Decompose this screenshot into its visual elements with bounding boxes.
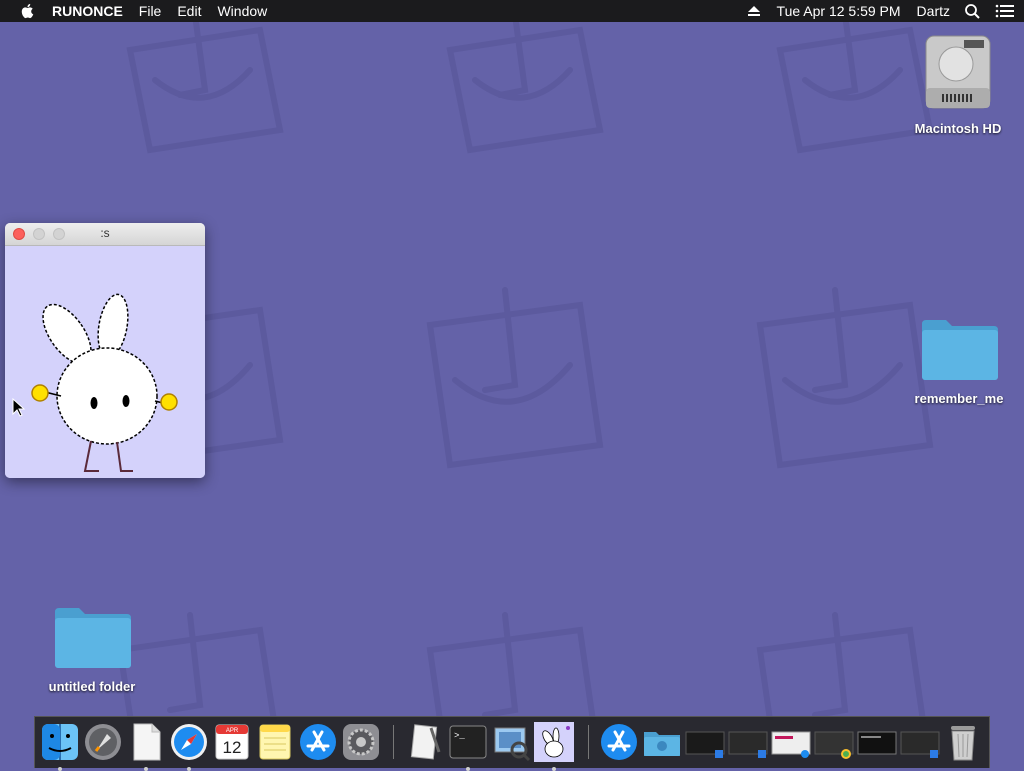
wallpaper-finder-logo bbox=[426, 287, 604, 469]
apple-icon[interactable] bbox=[20, 3, 34, 19]
dock-separator bbox=[588, 725, 589, 759]
dock-finder[interactable] bbox=[40, 722, 80, 771]
folder-icon bbox=[922, 320, 998, 380]
dock-notes[interactable] bbox=[255, 722, 295, 762]
window-thumbnail-icon bbox=[728, 731, 768, 758]
dock-script-editor[interactable] bbox=[405, 722, 445, 762]
hard-drive-icon bbox=[925, 35, 991, 109]
dock-preview[interactable] bbox=[491, 722, 531, 762]
svg-text:>_: >_ bbox=[454, 731, 465, 741]
gear-icon bbox=[343, 724, 379, 760]
bunny-illustration bbox=[31, 293, 178, 472]
wallpaper-finder-logo bbox=[446, 12, 604, 154]
user-name[interactable]: Dartz bbox=[909, 0, 958, 22]
rocket-icon bbox=[85, 724, 121, 760]
window-titlebar[interactable]: :s bbox=[5, 223, 205, 246]
wallpaper-finder-logo bbox=[426, 612, 596, 720]
desktop-icon-untitled-folder[interactable]: untitled folder bbox=[42, 604, 142, 694]
folder-icon bbox=[55, 608, 131, 668]
window-thumbnail-icon bbox=[685, 731, 725, 758]
dock-separator bbox=[393, 725, 394, 759]
terminal-icon: >_ bbox=[449, 725, 487, 759]
dock-trash[interactable] bbox=[943, 722, 983, 762]
script-icon bbox=[410, 724, 441, 760]
dock-terminal[interactable]: >_ bbox=[448, 722, 488, 771]
finder-icon bbox=[42, 724, 78, 760]
wallpaper-finder-logo bbox=[756, 612, 926, 720]
wallpaper-finder-logo bbox=[126, 12, 284, 154]
app-window: :s bbox=[5, 223, 205, 478]
dock-downloads-stack[interactable] bbox=[642, 722, 682, 762]
dock-textedit-document[interactable] bbox=[126, 722, 166, 771]
menu-edit[interactable]: Edit bbox=[169, 0, 209, 22]
app-store-icon bbox=[601, 724, 637, 760]
folder-icon bbox=[644, 732, 680, 756]
menu-bar: RUNONCE File Edit Window Tue Apr 12 5:59… bbox=[0, 0, 1024, 22]
mouse-cursor bbox=[12, 398, 26, 417]
dock-applications-stack[interactable] bbox=[599, 722, 639, 762]
status-area: Tue Apr 12 5:59 PM Dartz bbox=[739, 0, 1024, 22]
dock-minimized-window[interactable] bbox=[685, 722, 725, 762]
window-thumbnail-icon bbox=[857, 731, 897, 755]
calendar-month: APR bbox=[226, 728, 239, 734]
document-icon bbox=[133, 723, 161, 761]
dock-minimized-window[interactable] bbox=[728, 722, 768, 762]
desktop-icon-remember-me[interactable]: remember_me bbox=[909, 316, 1009, 406]
window-title: :s bbox=[100, 226, 110, 240]
window-thumbnail-icon bbox=[771, 731, 811, 758]
desktop-icon-label: Macintosh HD bbox=[914, 121, 1002, 136]
dock-launchpad[interactable] bbox=[83, 722, 123, 762]
menu-file[interactable]: File bbox=[131, 0, 170, 22]
dock-safari[interactable] bbox=[169, 722, 209, 771]
compass-icon bbox=[171, 724, 207, 760]
eject-icon[interactable] bbox=[739, 4, 769, 18]
app-store-icon bbox=[300, 724, 336, 760]
desktop-icon-label: untitled folder bbox=[48, 679, 136, 694]
bunny-app-icon bbox=[534, 722, 574, 762]
window-thumbnail-icon bbox=[900, 731, 940, 758]
desktop-icon-macintosh-hd[interactable]: Macintosh HD bbox=[908, 32, 1008, 136]
window-content bbox=[5, 246, 205, 478]
notes-icon bbox=[259, 724, 291, 760]
trash-icon bbox=[951, 726, 975, 761]
calendar-icon: APR 12 bbox=[215, 724, 249, 760]
dock-minimized-window[interactable] bbox=[857, 722, 897, 762]
dock-calendar[interactable]: APR 12 bbox=[212, 722, 252, 762]
clock[interactable]: Tue Apr 12 5:59 PM bbox=[769, 0, 909, 22]
calendar-day: 12 bbox=[223, 738, 242, 757]
menu-app-name[interactable]: RUNONCE bbox=[44, 0, 131, 22]
dock-minimized-window[interactable] bbox=[900, 722, 940, 762]
dock-system-preferences[interactable] bbox=[341, 722, 381, 762]
menu-window[interactable]: Window bbox=[209, 0, 275, 22]
dock: APR 12 >_ bbox=[34, 716, 990, 771]
spotlight-search-icon[interactable] bbox=[958, 3, 988, 19]
window-thumbnail-icon bbox=[814, 731, 854, 759]
dock-runonce[interactable] bbox=[534, 722, 574, 771]
dock-minimized-window[interactable] bbox=[814, 722, 854, 762]
desktop-icon-label: remember_me bbox=[914, 391, 1004, 406]
dock-minimized-window[interactable] bbox=[771, 722, 811, 762]
notification-center-icon[interactable] bbox=[988, 3, 1024, 19]
preview-icon bbox=[494, 727, 531, 762]
dock-app-store[interactable] bbox=[298, 722, 338, 762]
